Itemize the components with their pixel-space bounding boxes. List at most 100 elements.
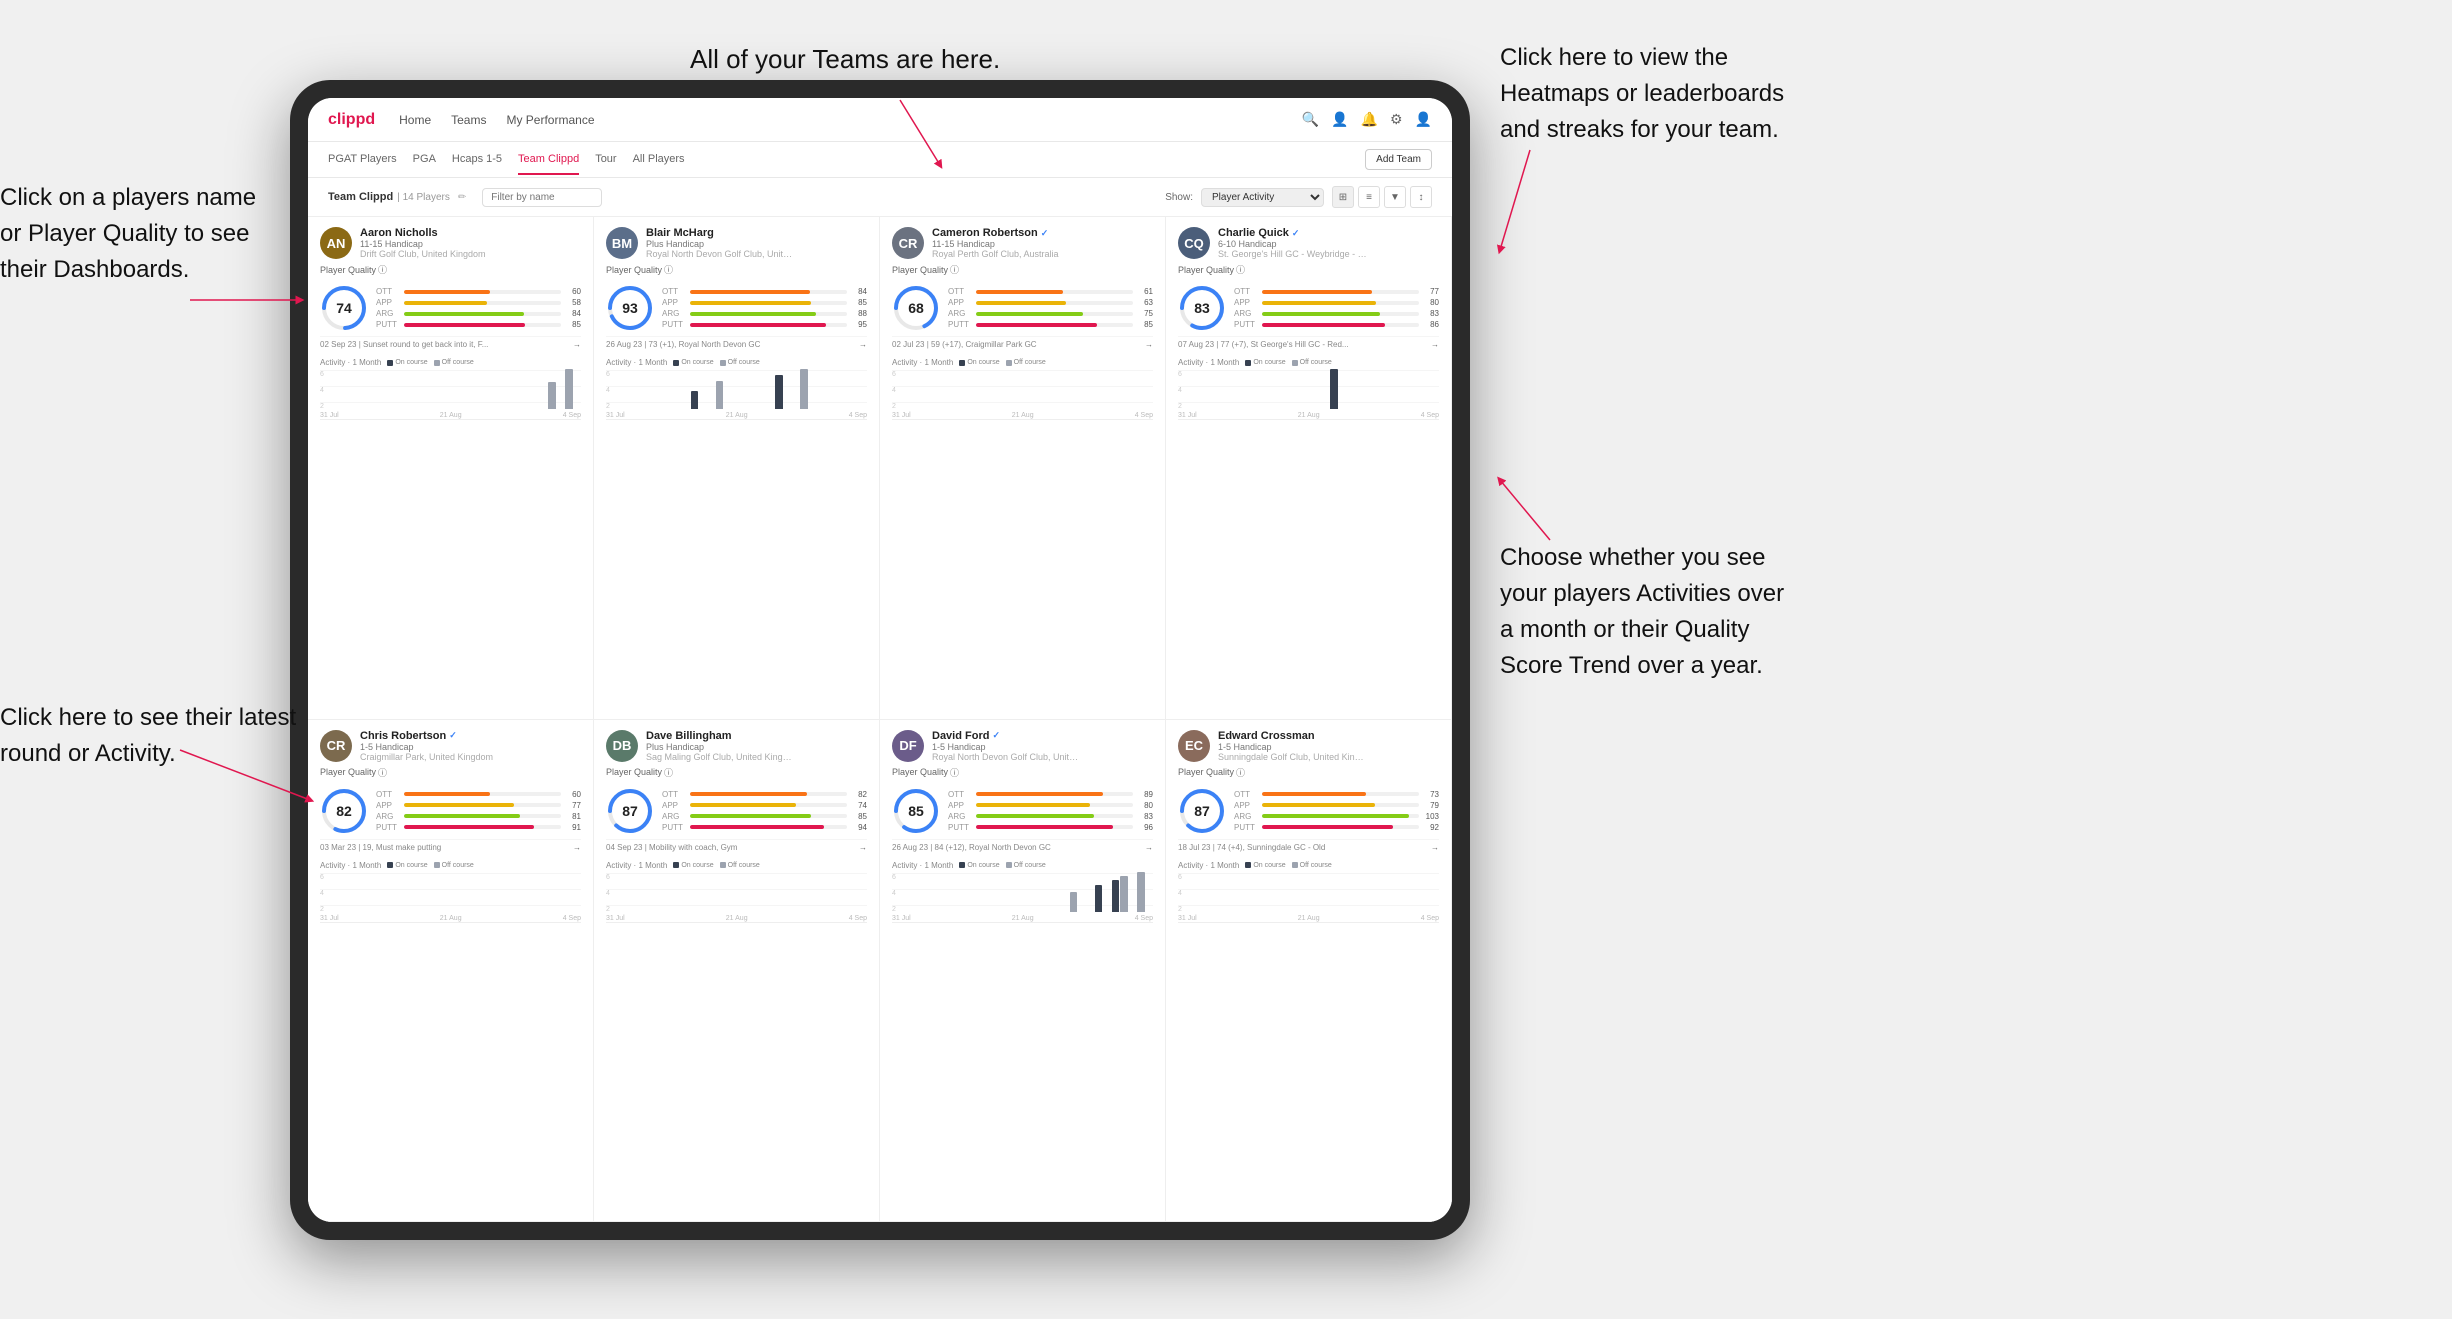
profile-icon[interactable]: 👤 <box>1331 111 1348 128</box>
last-round[interactable]: 03 Mar 23 | 19, Must make putting → <box>320 839 581 855</box>
stat-bar-fill <box>690 825 824 829</box>
filter-input[interactable] <box>482 188 602 207</box>
search-icon[interactable]: 🔍 <box>1302 111 1319 128</box>
sort-view-button[interactable]: ↕ <box>1410 186 1432 208</box>
annotation-bottom-right: Choose whether you see your players Acti… <box>1500 540 1784 684</box>
sub-nav-all-players[interactable]: All Players <box>633 145 685 175</box>
stat-bar-fill <box>690 803 796 807</box>
logo[interactable]: clippd <box>328 111 375 129</box>
player-name[interactable]: David Ford ✓ <box>932 730 1153 742</box>
quality-circle[interactable]: 87 <box>1178 787 1226 835</box>
last-round-text: 03 Mar 23 | 19, Must make putting <box>320 843 441 852</box>
chart-bar <box>1120 876 1127 912</box>
sub-nav-pgat[interactable]: PGAT Players <box>328 145 397 175</box>
settings-icon[interactable]: ⚙ <box>1390 111 1403 128</box>
quality-label: Player Quality ⓘ <box>320 766 581 779</box>
sub-nav-team-clippd[interactable]: Team Clippd <box>518 145 579 175</box>
chart-labels: 31 Jul21 Aug4 Sep <box>892 915 1153 922</box>
stat-value: 83 <box>1137 812 1153 821</box>
stat-bar-fill <box>1262 825 1393 829</box>
stat-value: 84 <box>851 287 867 296</box>
player-handicap: 6-10 Handicap <box>1218 239 1439 249</box>
players-grid: AN Aaron Nicholls 11-15 Handicap Drift G… <box>308 217 1452 1222</box>
last-round[interactable]: 02 Sep 23 | Sunset round to get back int… <box>320 336 581 352</box>
activity-section: Activity · 1 Month On course Off course … <box>1178 861 1439 923</box>
player-name[interactable]: Edward Crossman <box>1218 730 1439 742</box>
stat-row: OTT 82 <box>662 790 867 799</box>
player-name[interactable]: Aaron Nicholls <box>360 227 581 239</box>
stat-bar-bg <box>1262 290 1419 294</box>
stat-bar-bg <box>976 792 1133 796</box>
player-card: CR Cameron Robertson ✓ 11-15 Handicap Ro… <box>880 217 1166 720</box>
info-icon: ⓘ <box>950 766 959 779</box>
last-round[interactable]: 26 Aug 23 | 84 (+12), Royal North Devon … <box>892 839 1153 855</box>
nav-my-performance[interactable]: My Performance <box>506 109 594 131</box>
quality-number: 93 <box>622 300 638 316</box>
stat-bar-fill <box>690 301 811 305</box>
stat-value: 82 <box>851 790 867 799</box>
chart-label: 4 Sep <box>1421 915 1439 922</box>
off-course-dot <box>720 360 726 366</box>
quality-label: Player Quality ⓘ <box>606 766 867 779</box>
chart-area: 6 4 2 31 Jul21 Aug4 Sep <box>1178 873 1439 923</box>
last-round[interactable]: 07 Aug 23 | 77 (+7), St George's Hill GC… <box>1178 336 1439 352</box>
quality-circle[interactable]: 83 <box>1178 284 1226 332</box>
stat-name: APP <box>1234 298 1258 307</box>
sub-nav-hcaps[interactable]: Hcaps 1-5 <box>452 145 502 175</box>
avatar: BM <box>606 227 638 259</box>
chart-label: 31 Jul <box>606 915 625 922</box>
sub-nav-pga[interactable]: PGA <box>413 145 436 175</box>
show-select[interactable]: Player Activity Quality Score Trend <box>1201 188 1324 207</box>
list-view-button[interactable]: ≡ <box>1358 186 1380 208</box>
stat-row: ARG 88 <box>662 309 867 318</box>
on-course-dot <box>1245 862 1251 868</box>
quality-number: 85 <box>908 803 924 819</box>
last-round-text: 18 Jul 23 | 74 (+4), Sunningdale GC - Ol… <box>1178 843 1325 852</box>
quality-circle[interactable]: 85 <box>892 787 940 835</box>
quality-circle[interactable]: 68 <box>892 284 940 332</box>
quality-number: 74 <box>336 300 352 316</box>
quality-circle[interactable]: 93 <box>606 284 654 332</box>
off-course-label: Off course <box>728 359 760 366</box>
player-name[interactable]: Dave Billingham <box>646 730 867 742</box>
stat-value: 73 <box>1423 790 1439 799</box>
quality-circle[interactable]: 87 <box>606 787 654 835</box>
nav-teams[interactable]: Teams <box>451 109 486 131</box>
edit-icon[interactable]: ✏ <box>458 192 466 203</box>
stat-bar-fill <box>404 312 524 316</box>
last-round[interactable]: 04 Sep 23 | Mobility with coach, Gym → <box>606 839 867 855</box>
grid-view-button[interactable]: ⊞ <box>1332 186 1354 208</box>
chart-labels: 31 Jul21 Aug4 Sep <box>606 412 867 419</box>
info-icon: ⓘ <box>1236 263 1245 276</box>
annotation-top-center: All of your Teams are here. <box>690 44 1000 75</box>
activity-header: Activity · 1 Month On course Off course <box>320 861 581 870</box>
chart-label: 21 Aug <box>1298 412 1320 419</box>
add-team-button[interactable]: Add Team <box>1365 149 1432 170</box>
player-name[interactable]: Cameron Robertson ✓ <box>932 227 1153 239</box>
last-round[interactable]: 02 Jul 23 | 59 (+17), Craigmillar Park G… <box>892 336 1153 352</box>
player-name[interactable]: Charlie Quick ✓ <box>1218 227 1439 239</box>
arrow-activities <box>1490 470 1570 550</box>
player-header: CR Chris Robertson ✓ 1-5 Handicap Craigm… <box>320 730 581 762</box>
chart-bars <box>892 369 1153 409</box>
stat-value: 60 <box>565 790 581 799</box>
last-round[interactable]: 18 Jul 23 | 74 (+4), Sunningdale GC - Ol… <box>1178 839 1439 855</box>
avatar-icon[interactable]: 👤 <box>1415 111 1432 128</box>
player-name[interactable]: Chris Robertson ✓ <box>360 730 581 742</box>
player-info: Chris Robertson ✓ 1-5 Handicap Craigmill… <box>360 730 581 762</box>
nav-home[interactable]: Home <box>399 109 431 131</box>
sub-nav-tour[interactable]: Tour <box>595 145 616 175</box>
stat-value: 77 <box>1423 287 1439 296</box>
chart-labels: 31 Jul21 Aug4 Sep <box>606 915 867 922</box>
last-round[interactable]: 26 Aug 23 | 73 (+1), Royal North Devon G… <box>606 336 867 352</box>
stat-row: ARG 84 <box>376 309 581 318</box>
stat-name: PUTT <box>376 823 400 832</box>
filter-view-button[interactable]: ▼ <box>1384 186 1406 208</box>
chart-area: 6 4 2 31 Jul21 Aug4 Sep <box>892 873 1153 923</box>
chart-bar <box>800 369 807 409</box>
player-name[interactable]: Blair McHarg <box>646 227 867 239</box>
quality-circle[interactable]: 74 <box>320 284 368 332</box>
quality-circle[interactable]: 82 <box>320 787 368 835</box>
bell-icon[interactable]: 🔔 <box>1361 111 1378 128</box>
stat-bar-bg <box>690 290 847 294</box>
